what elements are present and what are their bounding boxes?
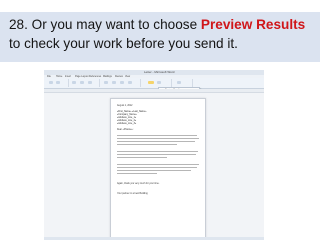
record-nav-button[interactable]: [157, 81, 161, 84]
heading-prefix: 28. Or you may want to choose: [9, 17, 201, 32]
greeting-line-button[interactable]: [120, 81, 124, 84]
word-title: Letter - Microsoft Word: [144, 70, 175, 74]
labels-button[interactable]: [56, 81, 60, 84]
edit-list-button[interactable]: [88, 81, 92, 84]
letter-closing-2: Your partner in a best Building: [117, 193, 148, 195]
finish-merge-button[interactable]: [177, 81, 181, 84]
select-recipients-button[interactable]: [80, 81, 84, 84]
insert-field-button[interactable]: [128, 81, 132, 84]
body-text-line: [117, 170, 191, 172]
heading-suffix: to check your work before you send it.: [9, 36, 238, 51]
body-text-line: [117, 144, 177, 146]
envelopes-button[interactable]: [49, 81, 53, 84]
letter-salutation: Dear «FName»:: [117, 129, 134, 131]
body-text-line: [117, 167, 197, 169]
start-merge-button[interactable]: [72, 81, 76, 84]
highlight-fields-button[interactable]: [104, 81, 108, 84]
address-block-button[interactable]: [112, 81, 116, 84]
body-text-line: [117, 164, 199, 166]
merge-field-address-3: «Address_Line_3»: [117, 123, 137, 125]
body-text-line: [117, 173, 157, 175]
preview-results-button[interactable]: [148, 81, 154, 84]
ribbon-group-finish: [172, 79, 193, 87]
body-text-line: [117, 135, 197, 137]
body-text-line: [117, 154, 196, 156]
body-text-line: [117, 138, 199, 140]
slide-heading: 28. Or you may want to choose Preview Re…: [9, 15, 315, 53]
body-text-line: [117, 151, 198, 153]
document-page[interactable]: August 1, 2012 «First_Name» «Last_Name» …: [110, 98, 206, 240]
body-text-line: [117, 157, 167, 159]
heading-highlight: Preview Results: [200, 17, 306, 32]
letter-date: August 1, 2012: [117, 105, 133, 107]
body-text-line: [117, 141, 195, 143]
letter-closing-1: Again, thank you very much for your time…: [117, 183, 160, 185]
word-window-screenshot: Letter - Microsoft Word File Home Insert…: [44, 70, 264, 240]
